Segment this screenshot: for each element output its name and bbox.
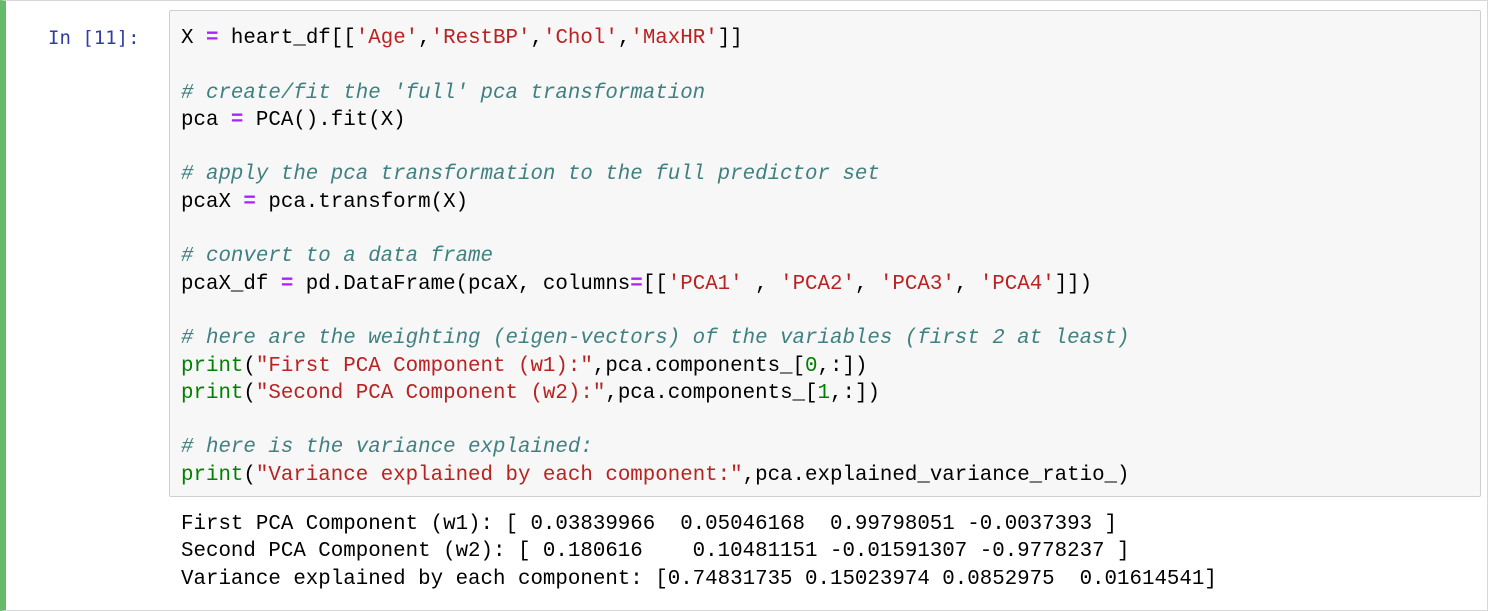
code-token: heart_df[[ (218, 27, 356, 50)
code-token: # here is the variance explained: (181, 436, 593, 460)
code-token: , (954, 272, 980, 296)
code-token: ,pca.components_[ (605, 381, 818, 405)
code-token: ,:]) (817, 354, 868, 378)
code-token: X (181, 27, 206, 50)
code-line: pcaX_df = pd.DataFrame(pcaX, columns=[['… (181, 271, 1130, 298)
code-line: pca = PCA().fit(X) (181, 107, 1130, 134)
code-token: ( (243, 354, 256, 378)
code-line: X = heart_df[['Age','RestBP','Chol','Max… (181, 25, 1130, 52)
code-token: 'Age' (355, 27, 419, 50)
code-token: = (630, 272, 643, 296)
code-token: ]] (717, 27, 743, 50)
code-text[interactable]: X = heart_df[['Age','RestBP','Chol','Max… (181, 25, 1130, 489)
code-token: "Variance explained by each component:" (255, 463, 743, 487)
code-token: 'Chol' (542, 27, 618, 50)
code-line: pcaX = pca.transform(X) (181, 189, 1130, 216)
code-token: pca.transform(X) (255, 190, 469, 214)
code-line: print("Variance explained by each compon… (181, 462, 1130, 489)
code-token: 'MaxHR' (630, 27, 718, 50)
code-line: print("First PCA Component (w1):",pca.co… (181, 353, 1130, 380)
code-token: 0 (805, 354, 818, 378)
output-line: Second PCA Component (w2): [ 0.180616 0.… (181, 540, 1130, 564)
cell-output: First PCA Component (w1): [ 0.03839966 0… (181, 511, 1217, 593)
code-line: # here are the weighting (eigen-vectors)… (181, 325, 1130, 352)
output-line: Variance explained by each component: [0… (181, 567, 1217, 591)
code-token: , (854, 272, 880, 296)
code-token: , (617, 27, 631, 50)
code-token: [[ (642, 272, 668, 296)
code-token: 'PCA3' (879, 272, 955, 296)
code-token: ]]) (1054, 272, 1093, 296)
code-token: # create/fit the 'full' pca transformati… (181, 81, 706, 105)
code-token: pd.DataFrame(pcaX, columns (293, 272, 631, 296)
code-token: pcaX_df (181, 272, 281, 296)
code-token: "First PCA Component (w1):" (255, 354, 593, 378)
code-token: print (181, 354, 244, 378)
code-token: = (243, 190, 256, 214)
code-token: # here are the weighting (eigen-vectors)… (181, 327, 1130, 351)
input-prompt: In [11]: (48, 27, 140, 49)
code-token: ( (243, 463, 256, 487)
code-token: print (181, 381, 244, 405)
code-token: 1 (817, 381, 830, 405)
code-token: , (530, 27, 543, 50)
code-token: ,pca.components_[ (592, 354, 806, 378)
code-token: 'PCA2' (780, 272, 855, 296)
code-token: = (280, 272, 294, 296)
code-token: PCA().fit(X) (243, 108, 406, 132)
code-line: # here is the variance explained: (181, 434, 1130, 461)
code-token: 'PCA1' (667, 272, 743, 296)
code-token: , (742, 272, 781, 296)
code-line: # convert to a data frame (181, 243, 1130, 270)
code-token: 'PCA4' (979, 272, 1055, 296)
code-token: pca (181, 108, 231, 132)
code-token: "Second PCA Component (w2):" (255, 381, 606, 405)
code-editor[interactable]: X = heart_df[['Age','RestBP','Chol','Max… (169, 10, 1481, 497)
output-line: First PCA Component (w1): [ 0.03839966 0… (181, 513, 1118, 536)
code-token: ( (243, 381, 256, 405)
code-token: , (418, 27, 431, 50)
code-token: 'RestBP' (430, 27, 531, 50)
code-token: ,:]) (830, 381, 880, 405)
code-token: = (230, 108, 244, 132)
code-line: print("Second PCA Component (w2):",pca.c… (181, 380, 1130, 407)
code-token: print (181, 463, 244, 487)
code-token: = (205, 27, 219, 50)
code-token: ,pca.explained_variance_ratio_) (742, 463, 1130, 487)
notebook-code-cell[interactable]: In [11]: X = heart_df[['Age','RestBP','C… (0, 0, 1488, 611)
code-token: # apply the pca transformation to the fu… (181, 163, 880, 187)
code-line: # create/fit the 'full' pca transformati… (181, 80, 1130, 107)
code-token: # convert to a data frame (181, 245, 494, 269)
code-token: pcaX (181, 190, 244, 214)
code-line: # apply the pca transformation to the fu… (181, 161, 1130, 188)
